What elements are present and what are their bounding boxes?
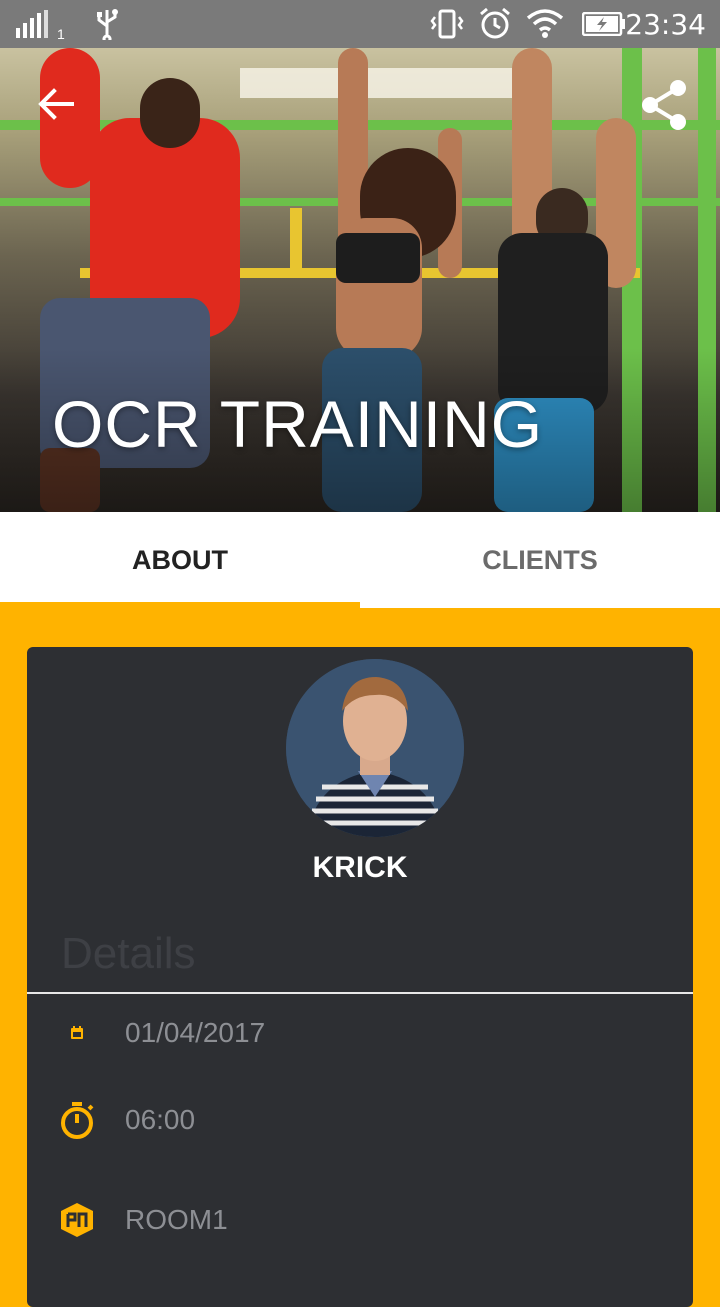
usb-icon <box>97 9 118 40</box>
clock: 23:34 <box>625 8 706 41</box>
trainer-photo <box>286 659 464 837</box>
details-heading: Details <box>61 929 196 978</box>
signal-icon <box>16 10 48 38</box>
class-title: OCR TRAINING <box>52 387 544 461</box>
athlete-woman-top <box>336 233 420 283</box>
tab-about[interactable]: ABOUT <box>0 512 360 608</box>
room-icon <box>57 1200 97 1240</box>
trainer-name: KRICK <box>312 851 408 884</box>
alarm-icon <box>480 7 510 39</box>
detail-row-date: 01/04/2017 <box>27 1003 693 1063</box>
athlete-red-head <box>140 78 200 148</box>
ceiling-light <box>240 68 520 98</box>
class-date: 01/04/2017 <box>125 1017 266 1048</box>
tab-about-label: ABOUT <box>132 544 228 575</box>
battery-charging-icon <box>582 12 625 36</box>
tab-clients-label: CLIENTS <box>482 544 598 575</box>
about-card: KRICK Details 01/04/2017 06:00 ROOM1 <box>27 647 693 1307</box>
wifi-icon <box>526 9 564 38</box>
class-room: ROOM1 <box>125 1204 228 1235</box>
sim-index: 1 <box>57 26 65 42</box>
back-arrow-icon[interactable] <box>36 86 76 122</box>
share-icon[interactable] <box>638 78 692 132</box>
calendar-icon <box>57 1013 97 1053</box>
detail-row-room: ROOM1 <box>27 1190 693 1250</box>
tab-clients[interactable]: CLIENTS <box>360 512 720 608</box>
class-time: 06:00 <box>125 1104 196 1135</box>
status-bar: 1 23:34 <box>0 0 720 48</box>
vibrate-icon <box>430 9 464 39</box>
trainer-avatar[interactable] <box>286 659 464 837</box>
stopwatch-icon <box>57 1100 97 1140</box>
divider <box>27 992 693 994</box>
hero-image: OCR TRAINING <box>0 48 720 512</box>
detail-row-time: 06:00 <box>27 1090 693 1150</box>
tab-indicator <box>0 602 360 608</box>
frame-post <box>290 208 302 278</box>
tab-bar: ABOUT CLIENTS <box>0 512 720 608</box>
